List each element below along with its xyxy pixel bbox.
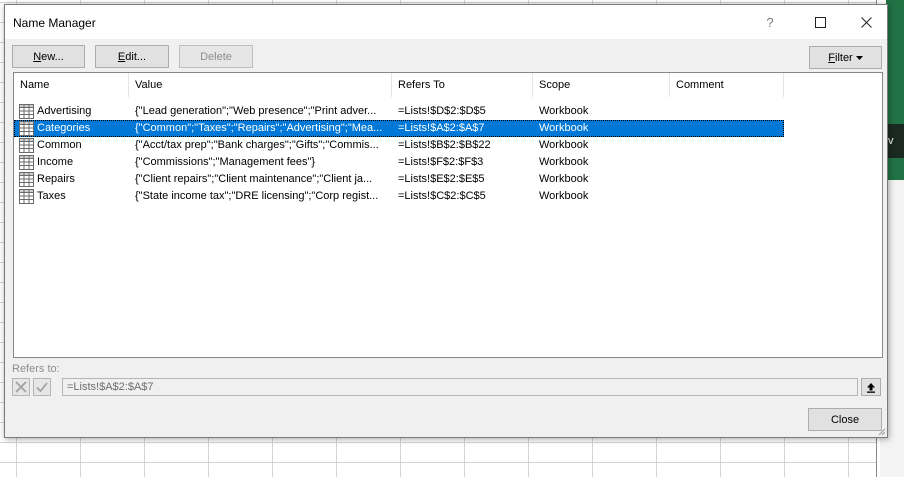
cell-refers-to: =Lists!$A$2:$A$7 bbox=[398, 122, 485, 134]
cell-value: {"Acct/tax prep";"Bank charges";"Gifts";… bbox=[135, 139, 379, 151]
new-accel: N bbox=[33, 50, 42, 63]
refers-to-label: Refers to: bbox=[12, 363, 60, 375]
named-range-icon bbox=[19, 189, 34, 204]
cell-comment bbox=[676, 103, 782, 120]
cell-comment bbox=[676, 120, 782, 137]
cell-name: Common bbox=[37, 139, 82, 151]
named-range-icon bbox=[19, 104, 34, 119]
cancel-x-icon bbox=[15, 381, 27, 393]
filter-label-rest: ilter bbox=[835, 51, 853, 64]
named-range-icon bbox=[19, 121, 34, 136]
collapse-dialog-icon bbox=[867, 382, 875, 393]
cell-scope: Workbook bbox=[539, 190, 589, 202]
edit-accel: E bbox=[117, 50, 126, 63]
cell-scope: Workbook bbox=[539, 139, 589, 151]
edit-button[interactable]: Edit... bbox=[95, 45, 169, 68]
refers-to-input[interactable]: =Lists!$A$2:$A$7 bbox=[62, 378, 858, 396]
resize-grip-icon[interactable] bbox=[876, 426, 886, 436]
delete-button[interactable]: Delete bbox=[179, 45, 253, 68]
close-icon bbox=[860, 16, 872, 28]
cell-scope: Workbook bbox=[539, 156, 589, 168]
list-item[interactable]: Repairs {"Client repairs";"Client mainten… bbox=[14, 171, 784, 188]
cell-name: Advertising bbox=[37, 105, 92, 117]
list-item[interactable]: Categories {"Common";"Taxes";"Repairs";"A… bbox=[14, 120, 784, 137]
cell-name: Repairs bbox=[37, 173, 75, 185]
list-item[interactable]: Advertising {"Lead generation";"Web prese… bbox=[14, 103, 784, 120]
cell-value: {"Lead generation";"Web presence";"Print… bbox=[135, 105, 377, 117]
dialog-titlebar[interactable]: Name Manager ? bbox=[5, 5, 887, 39]
delete-label: Delete bbox=[200, 50, 232, 63]
list-item[interactable]: Taxes {"State income tax";"DRE licensing"… bbox=[14, 188, 784, 205]
side-panel-label: v bbox=[886, 124, 904, 158]
cell-value: {"Client repairs";"Client maintenance";"… bbox=[135, 173, 373, 185]
named-range-icon bbox=[19, 155, 34, 170]
column-header-comment[interactable]: Comment bbox=[670, 73, 784, 97]
cell-refers-to: =Lists!$F$2:$F$3 bbox=[398, 156, 484, 168]
new-label-rest: ew... bbox=[41, 50, 64, 63]
column-header-value[interactable]: Value bbox=[129, 73, 392, 97]
cell-refers-to: =Lists!$D$2:$D$5 bbox=[398, 105, 486, 117]
cell-value: {"Common";"Taxes";"Repairs";"Advertising… bbox=[135, 122, 383, 134]
collapse-dialog-button[interactable] bbox=[861, 378, 881, 396]
edit-label-rest: dit... bbox=[125, 50, 147, 63]
maximize-icon bbox=[814, 16, 826, 28]
new-button[interactable]: New... bbox=[12, 45, 85, 68]
close-button[interactable]: Close bbox=[808, 408, 882, 431]
cell-name: Income bbox=[37, 156, 74, 168]
name-manager-dialog: Name Manager ? New... Edit... Delete Fil… bbox=[4, 4, 888, 438]
cell-scope: Workbook bbox=[539, 122, 589, 134]
cell-name: Taxes bbox=[37, 190, 66, 202]
filter-accel: F bbox=[828, 51, 835, 64]
list-item[interactable]: Common {"Acct/tax prep";"Bank charges";"G… bbox=[14, 137, 784, 154]
column-header-name[interactable]: Name bbox=[14, 73, 129, 97]
cell-value: {"State income tax";"DRE licensing";"Cor… bbox=[135, 190, 379, 202]
cell-comment bbox=[676, 137, 782, 154]
cell-comment bbox=[676, 154, 782, 171]
dropdown-arrow-icon bbox=[855, 55, 863, 60]
list-header: Name Value Refers To Scope Comment bbox=[14, 73, 882, 97]
cell-scope: Workbook bbox=[539, 105, 589, 117]
named-range-icon bbox=[19, 172, 34, 187]
names-list[interactable]: Name Value Refers To Scope Comment Adver… bbox=[13, 72, 883, 358]
column-header-scope[interactable]: Scope bbox=[533, 73, 670, 97]
dialog-title: Name Manager bbox=[13, 16, 96, 30]
help-icon: ? bbox=[766, 14, 774, 30]
help-button[interactable]: ? bbox=[747, 5, 793, 39]
cell-comment bbox=[676, 171, 782, 188]
close-label: Close bbox=[830, 413, 860, 426]
cell-refers-to: =Lists!$E$2:$E$5 bbox=[398, 173, 485, 185]
confirm-edit-button[interactable] bbox=[33, 378, 51, 396]
cell-refers-to: =Lists!$B$2:$B$22 bbox=[398, 139, 491, 151]
maximize-button[interactable] bbox=[797, 5, 843, 39]
cell-refers-to: =Lists!$C$2:$C$5 bbox=[398, 190, 486, 202]
cell-name: Categories bbox=[37, 122, 91, 134]
confirm-check-icon bbox=[36, 382, 48, 393]
filter-button[interactable]: Filter bbox=[809, 46, 882, 69]
named-range-icon bbox=[19, 138, 34, 153]
column-header-refers-to[interactable]: Refers To bbox=[392, 73, 533, 97]
cell-comment bbox=[676, 188, 782, 205]
list-item[interactable]: Income {"Commissions";"Management fees"} =… bbox=[14, 154, 784, 171]
cell-scope: Workbook bbox=[539, 173, 589, 185]
cancel-edit-button[interactable] bbox=[12, 378, 30, 396]
cell-value: {"Commissions";"Management fees"} bbox=[135, 156, 316, 168]
close-window-button[interactable] bbox=[843, 5, 889, 39]
